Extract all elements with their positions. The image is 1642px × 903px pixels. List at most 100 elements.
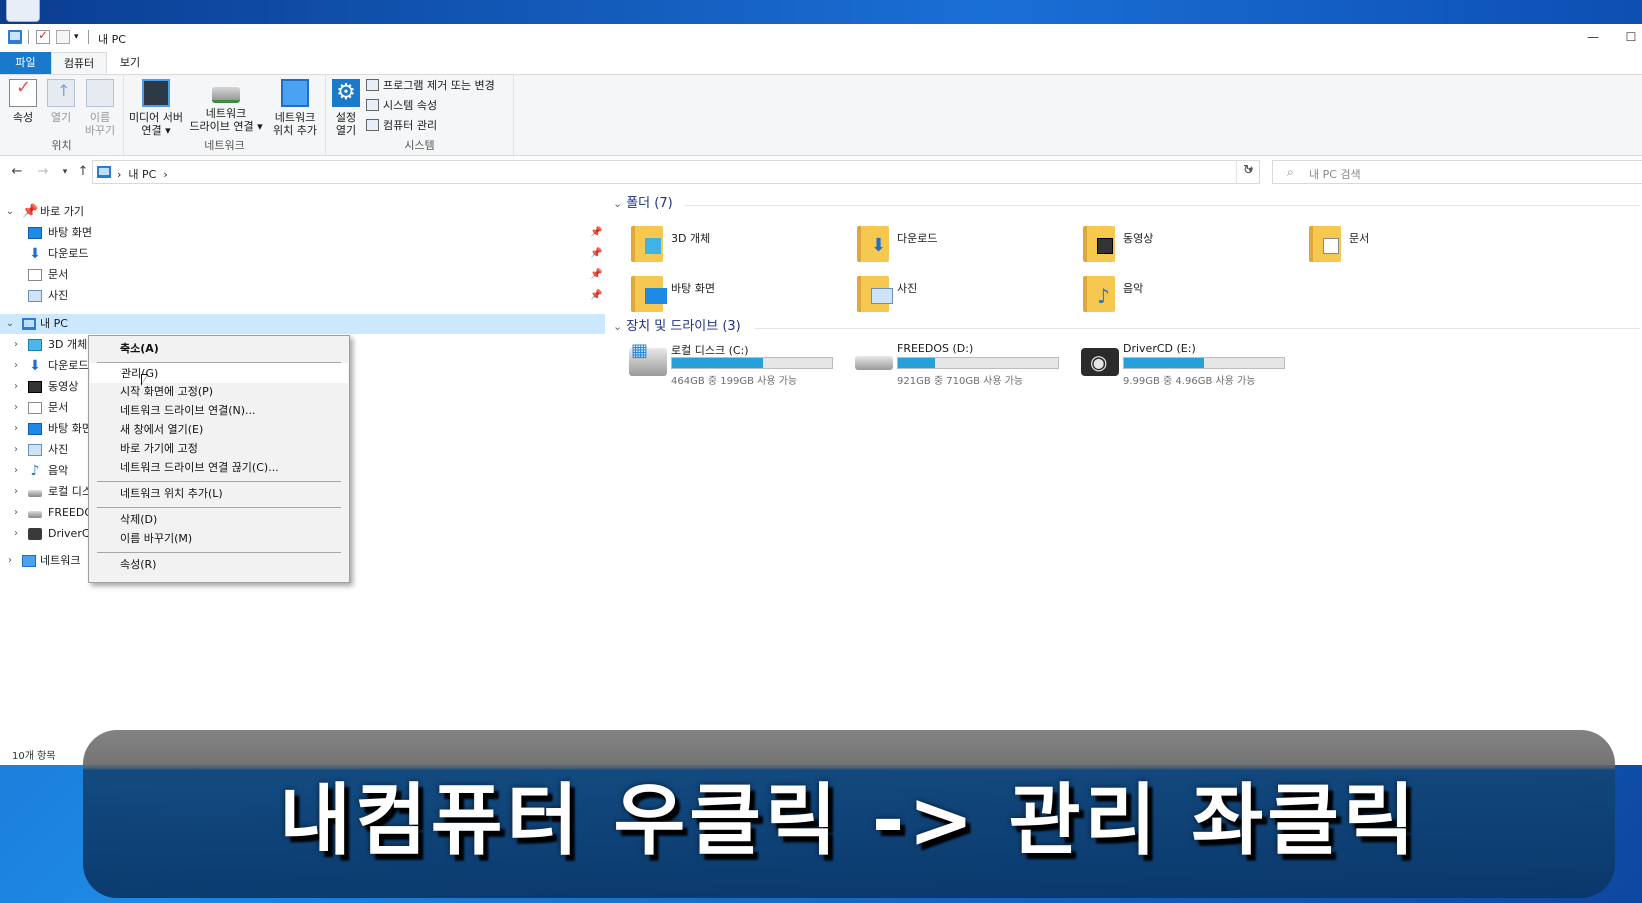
expand-chevron-icon[interactable]: › [4,551,16,571]
menu-item-delete[interactable]: 삭제(D) [90,510,348,530]
map-network-drive-button[interactable]: 네트워크 드라이브 연결 ▾ [186,79,266,133]
uninstall-label: 프로그램 제거 또는 변경 [383,79,495,92]
maximize-button[interactable]: ☐ [1620,28,1642,46]
drive-c[interactable]: 로컬 디스크 (C:) 464GB 중 199GB 사용 가능 [625,340,835,387]
open-button[interactable]: 열기 [46,79,76,124]
nav-label: 문서 [48,401,69,414]
nav-this-pc[interactable]: ⌄ 내 PC [0,314,605,334]
back-arrow-icon[interactable]: ← [8,163,26,181]
menu-item-manage[interactable]: 관리(G) [90,363,348,383]
menu-item-add-network-location[interactable]: 네트워크 위치 추가(L) [90,484,348,504]
minimize-button[interactable]: — [1582,28,1604,46]
group-label-system: 시스템 [404,139,435,152]
new-folder-quick-icon[interactable] [56,30,70,44]
breadcrumb-item-this-pc[interactable]: 내 PC [128,168,156,181]
expand-chevron-icon[interactable]: › [10,356,22,376]
expand-chevron-icon[interactable]: › [10,440,22,460]
video-icon [1097,238,1113,254]
nav-quick-downloads[interactable]: ⬇ 다운로드 📌 [0,244,605,264]
tab-computer[interactable]: 컴퓨터 [51,52,107,74]
tab-file[interactable]: 파일 [0,52,51,74]
nav-quick-pictures[interactable]: 사진 📌 [0,286,605,306]
nav-quick-access[interactable]: ⌄ 📌 바로 가기 [0,202,605,222]
customize-toolbar-chevron-icon[interactable]: ▾ [74,32,88,46]
add-location-label-1: 네트워크 [274,111,316,124]
refresh-icon[interactable]: ↻ [1236,160,1260,184]
properties-quick-icon[interactable] [36,28,50,44]
drive-d[interactable]: FREEDOS (D:) 921GB 중 710GB 사용 가능 [851,340,1061,387]
nav-quick-desktop[interactable]: 바탕 화면 📌 [0,223,605,243]
rename-label-2: 바꾸기 [84,124,116,137]
expand-chevron-icon[interactable]: › [10,398,22,418]
ribbon-group-location: 속성 열기 이름 바꾸기 위치 [0,75,124,157]
expand-chevron-icon[interactable]: › [10,419,22,439]
drive-usage-bar [1123,357,1285,369]
nav-quick-documents[interactable]: 문서 📌 [0,265,605,285]
drive-e[interactable]: DriverCD (E:) 9.99GB 중 4.96GB 사용 가능 [1077,340,1287,387]
computer-management-button[interactable]: 컴퓨터 관리 [366,118,437,134]
folder-pictures[interactable]: 사진 [851,272,1061,318]
drive-name: FREEDOS (D:) [897,342,974,355]
caption-text: 내컴퓨터 우클릭 -> 관리 좌클릭 [279,776,1419,866]
open-settings-button[interactable]: ⚙ 설정 열기 [332,79,360,137]
menu-separator [97,507,341,508]
menu-item-properties[interactable]: 속성(R) [90,555,348,575]
menu-item-rename[interactable]: 이름 바꾸기(M) [90,529,348,549]
media-server-label-1: 미디어 서버 [128,111,184,124]
hard-disk-icon [855,356,893,370]
folder-icon [857,276,893,312]
menu-item-collapse[interactable]: 축소(A) [90,339,348,359]
up-arrow-icon[interactable]: ↑ [74,163,92,181]
folder-icon [631,276,667,312]
forward-arrow-icon[interactable]: → [34,163,52,181]
rename-button[interactable]: 이름 바꾸기 [80,79,120,137]
collapse-chevron-icon[interactable]: ⌄ [4,314,16,334]
recycle-bin-icon[interactable] [6,0,40,22]
folder-music[interactable]: ♪ 음악 [1077,272,1287,318]
menu-item-pin-quick-access[interactable]: 바로 가기에 고정 [90,439,348,459]
media-server-button[interactable]: 미디어 서버 연결 ▾ [126,79,186,137]
nav-label: 동영상 [48,380,79,393]
folders-section-header[interactable]: ⌄ 폴더 (7) [613,194,673,214]
section-title: 폴더 (7) [626,196,673,211]
add-network-location-button[interactable]: 네트워크 위치 추가 [268,79,322,137]
menu-item-disconnect-network-drive[interactable]: 네트워크 드라이브 연결 끊기(C)... [90,458,348,478]
ribbon-group-system: ⚙ 설정 열기 프로그램 제거 또는 변경 시스템 속성 컴퓨터 관리 시스템 [326,75,514,157]
menu-item-map-network-drive[interactable]: 네트워크 드라이브 연결(N)... [90,401,348,421]
expand-chevron-icon[interactable]: › [10,524,22,544]
system-properties-button[interactable]: 시스템 속성 [366,98,437,114]
recent-locations-chevron-icon[interactable]: ▾ [56,163,74,181]
folder-icon: ♪ [1083,276,1115,312]
add-location-label-2: 위치 추가 [273,124,317,137]
menu-item-open-new-window[interactable]: 새 창에서 열기(E) [90,420,348,440]
expand-chevron-icon[interactable]: › [10,377,22,397]
desktop-icon [28,227,42,239]
cube-3d-icon [28,339,42,351]
hard-disk-icon [28,490,42,497]
nav-label: 문서 [48,268,69,281]
search-input[interactable]: ⌕ 내 PC 검색 [1272,160,1642,184]
properties-button[interactable]: 속성 [8,79,38,124]
folder-3d-objects[interactable]: 3D 개체 [625,222,835,268]
expand-chevron-icon[interactable]: › [10,482,22,502]
menu-item-pin-to-start[interactable]: 시작 화면에 고정(P) [90,382,348,402]
network-icon [22,555,36,567]
folder-documents[interactable]: 문서 [1303,222,1513,268]
uninstall-program-button[interactable]: 프로그램 제거 또는 변경 [366,78,495,94]
folder-label: 문서 [1349,232,1370,245]
expand-chevron-icon[interactable]: › [10,461,22,481]
folder-downloads[interactable]: ⬇ 다운로드 [851,222,1061,268]
tab-view[interactable]: 보기 [110,52,150,74]
expand-chevron-icon[interactable]: › [10,335,22,355]
breadcrumb-separator: › [163,168,168,181]
collapse-chevron-icon[interactable]: ⌄ [4,202,16,222]
address-bar[interactable]: › 내 PC › ▾ [92,160,1260,184]
divider [28,30,29,44]
folder-label: 동영상 [1123,232,1154,245]
open-icon [47,79,75,107]
folder-videos[interactable]: 동영상 [1077,222,1287,268]
expand-chevron-icon[interactable]: › [10,503,22,523]
pinned-icon: 📌 [590,290,603,301]
folder-desktop[interactable]: 바탕 화면 [625,272,835,318]
devices-section-header[interactable]: ⌄ 장치 및 드라이브 (3) [613,317,741,337]
